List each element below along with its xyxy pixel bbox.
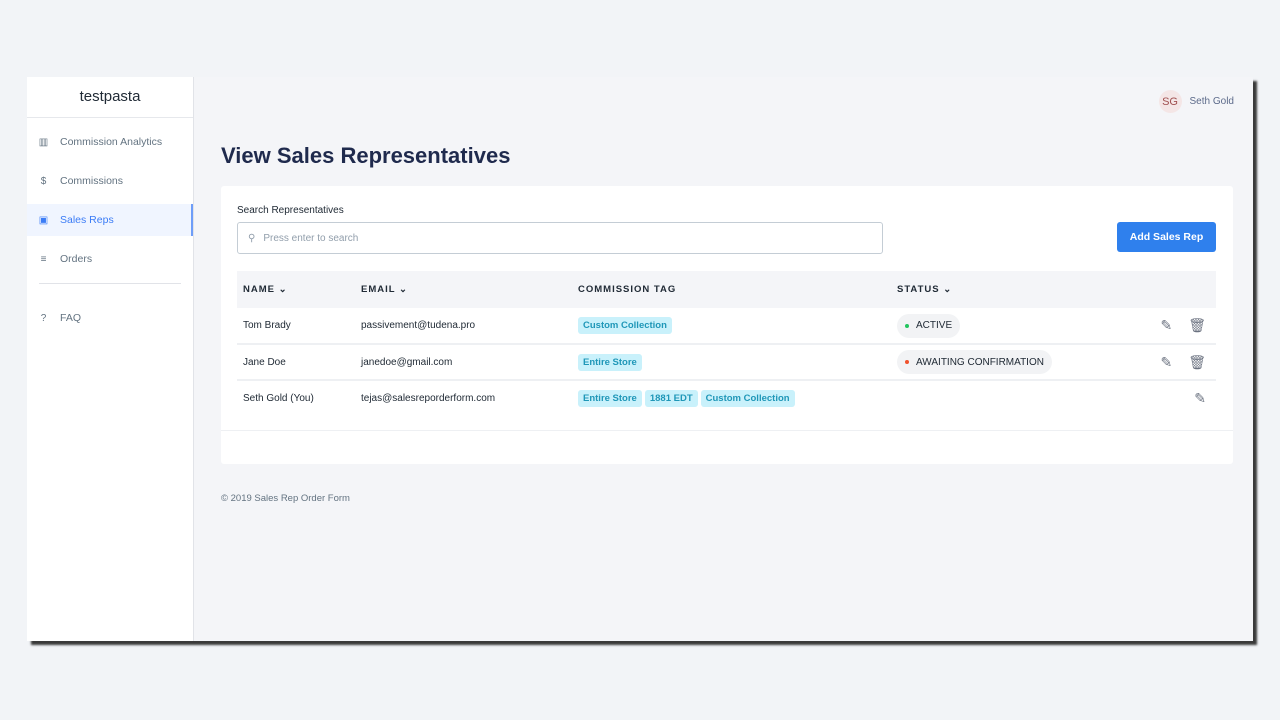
column-header-actions xyxy=(1111,271,1216,308)
list-check-icon: ≡ xyxy=(40,253,47,265)
sidebar-item-commissions[interactable]: $ Commissions xyxy=(27,165,193,197)
chevron-down-icon: ⌄ xyxy=(278,284,288,295)
table-row: Seth Gold (You) tejas@salesreporderform.… xyxy=(237,380,1216,416)
column-header-commission-tag: COMMISSION TAG xyxy=(572,271,891,308)
sidebar-item-label: Commissions xyxy=(60,175,124,187)
search-placeholder: Press enter to search xyxy=(263,232,359,244)
commission-tag: Entire Store xyxy=(578,353,642,371)
sidebar-divider xyxy=(39,283,181,284)
reps-card: Search Representatives ⚲ Press enter to s… xyxy=(221,186,1233,464)
sidebar-item-orders[interactable]: ≡ Orders xyxy=(27,243,193,275)
commission-tag: 1881 EDT xyxy=(644,390,698,407)
chevron-down-icon: ⌄ xyxy=(943,284,953,295)
add-sales-rep-button[interactable]: Add Sales Rep xyxy=(1117,222,1216,252)
rep-name: Tom Brady xyxy=(237,308,355,345)
edit-icon[interactable]: ✎ xyxy=(1194,390,1206,406)
rep-email: janedoe@gmail.com xyxy=(355,344,572,381)
table-row: Tom Brady passivement@tudena.pro Custom … xyxy=(237,308,1216,345)
card-divider xyxy=(221,430,1233,431)
help-icon: ? xyxy=(40,312,47,324)
rep-email: passivement@tudena.pro xyxy=(355,308,572,345)
rep-email: tejas@salesreporderform.com xyxy=(361,393,496,404)
user-menu[interactable]: SG Seth Gold xyxy=(1158,90,1234,113)
edit-icon[interactable]: ✎ xyxy=(1160,354,1172,370)
app-window: testpasta ▥ Commission Analytics $ Commiss… xyxy=(27,77,1253,641)
main-content: SG Seth Gold View Sales Representatives … xyxy=(194,77,1253,641)
avatar: SG xyxy=(1158,90,1182,113)
status-dot xyxy=(905,323,909,328)
search-label: Search Representatives xyxy=(237,205,344,216)
sidebar-item-commission-analytics[interactable]: ▥ Commission Analytics xyxy=(27,126,193,158)
status-badge: ACTIVE xyxy=(897,313,961,338)
status-badge: AWAITING CONFIRMATION xyxy=(897,350,1052,374)
footer-copyright: © 2019 Sales Rep Order Form xyxy=(221,493,350,504)
rep-name: Seth Gold (You) xyxy=(243,393,314,404)
sidebar: testpasta ▥ Commission Analytics $ Commiss… xyxy=(27,77,194,641)
table-row: Jane Doe janedoe@gmail.com Entire Store … xyxy=(237,344,1216,381)
commission-tag: Entire Store xyxy=(578,390,642,407)
sidebar-item-label: FAQ xyxy=(60,312,82,324)
chevron-down-icon: ⌄ xyxy=(399,284,408,295)
column-header-email[interactable]: EMAIL ⌄ xyxy=(355,271,572,308)
sidebar-item-label: Sales Reps xyxy=(60,214,114,226)
rep-name: Jane Doe xyxy=(237,344,355,381)
reps-table: NAME ⌄ EMAIL ⌄ COMMISSION TAG STATUS ⌄ T… xyxy=(237,271,1216,416)
store-name: testpasta xyxy=(27,77,193,118)
commission-tag: Custom Collection xyxy=(578,317,672,334)
column-header-name[interactable]: NAME ⌄ xyxy=(237,271,355,308)
sidebar-item-sales-reps[interactable]: ▣ Sales Reps xyxy=(27,204,193,236)
page-title: View Sales Representatives xyxy=(221,143,511,168)
user-name: Seth Gold xyxy=(1189,96,1234,107)
sidebar-item-faq[interactable]: ? FAQ xyxy=(27,302,193,334)
trash-icon[interactable]: 🗑 xyxy=(1188,317,1206,333)
search-input[interactable]: ⚲ Press enter to search xyxy=(237,222,883,254)
status-dot xyxy=(905,360,909,364)
trash-icon[interactable]: 🗑 xyxy=(1188,354,1206,370)
sidebar-item-label: Orders xyxy=(60,253,93,265)
bar-chart-icon: ▥ xyxy=(38,136,49,148)
column-header-status[interactable]: STATUS ⌄ xyxy=(891,271,1111,308)
dollar-icon: $ xyxy=(40,175,47,187)
search-icon: ⚲ xyxy=(248,232,256,244)
commission-tag: Custom Collection xyxy=(700,390,795,407)
edit-icon[interactable]: ✎ xyxy=(1160,317,1172,333)
sidebar-item-label: Commission Analytics xyxy=(60,136,163,148)
contact-card-icon: ▣ xyxy=(38,214,49,226)
